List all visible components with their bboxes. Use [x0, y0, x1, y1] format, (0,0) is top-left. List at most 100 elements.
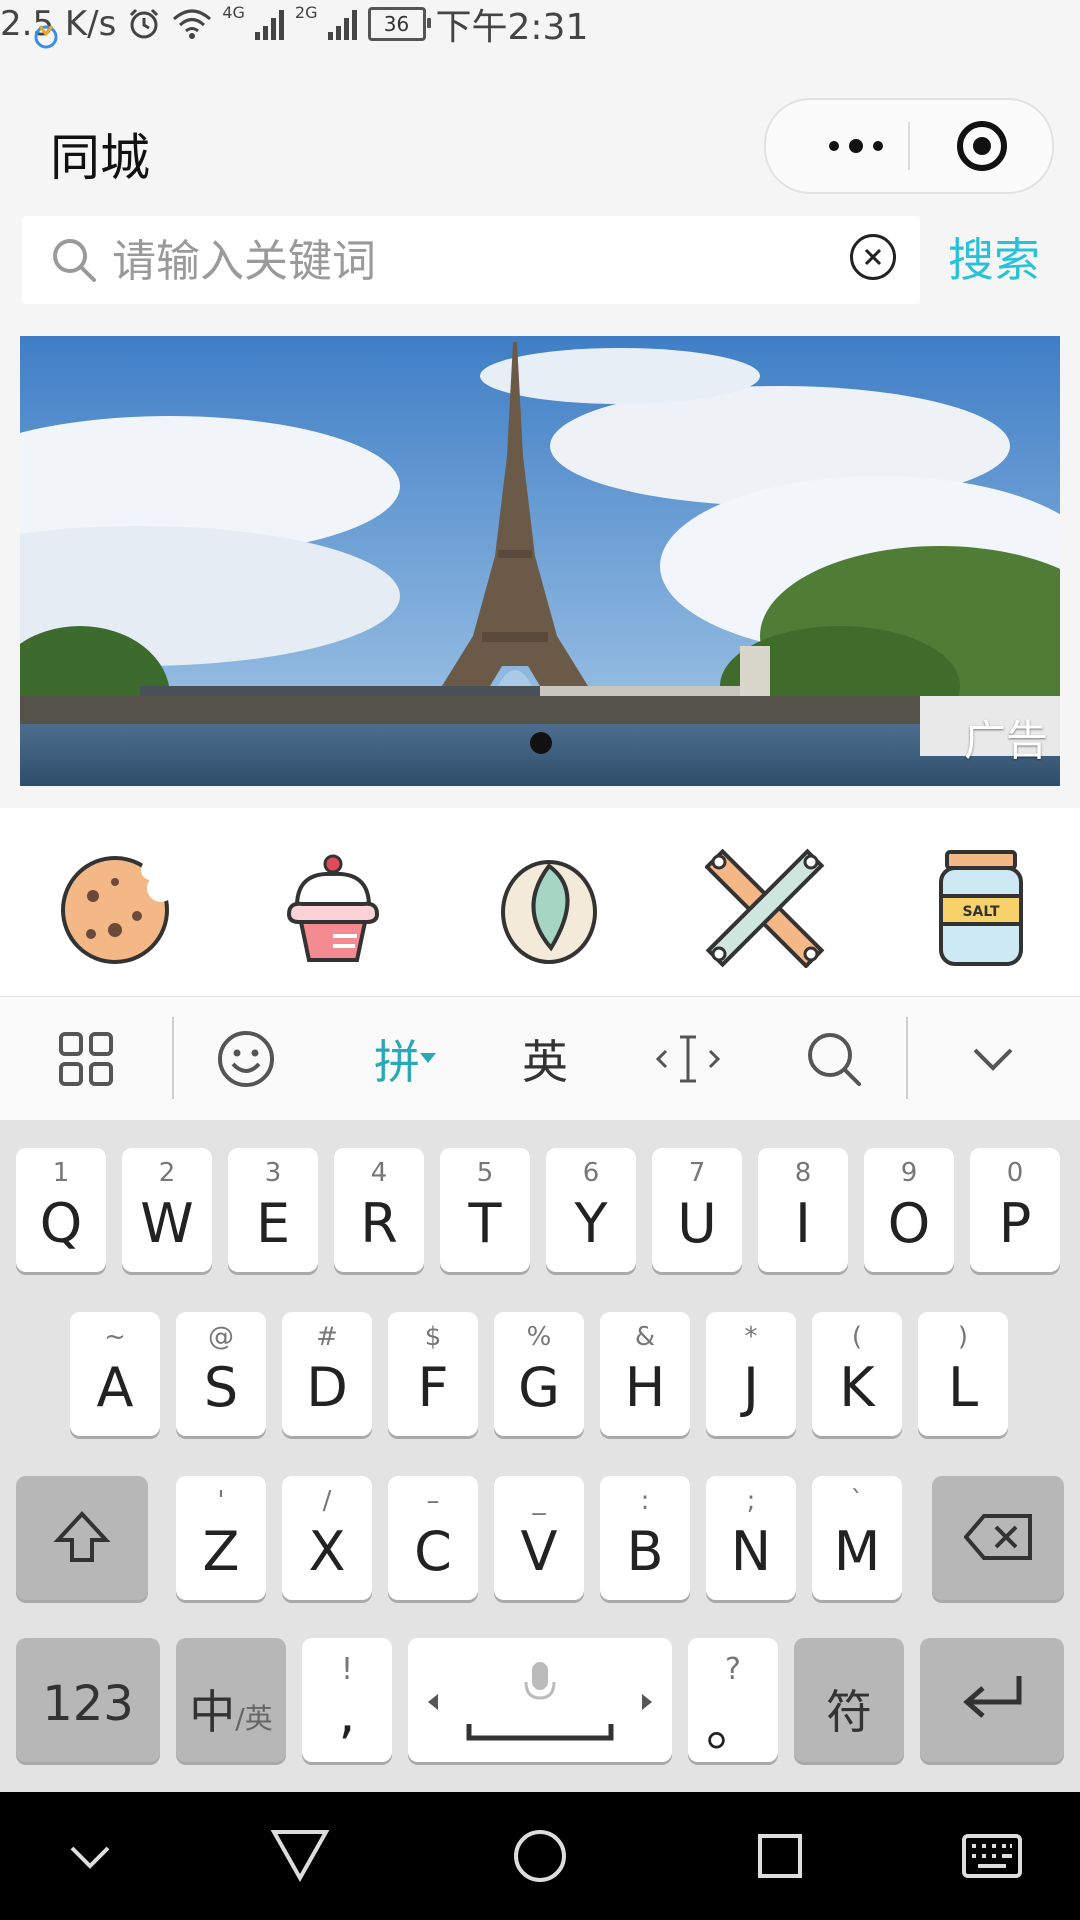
- key-p[interactable]: 0P: [970, 1148, 1060, 1272]
- key-d[interactable]: # D: [282, 1312, 372, 1436]
- alarm-icon: [130, 8, 159, 39]
- backspace-key[interactable]: [932, 1476, 1064, 1600]
- emoji-icon[interactable]: [216, 1027, 276, 1091]
- search-box: [22, 216, 920, 304]
- key-c[interactable]: – C: [388, 1476, 478, 1600]
- back-icon[interactable]: [270, 1828, 330, 1882]
- eiffel-tower-photo: [20, 336, 1060, 786]
- key-w[interactable]: 2W: [122, 1148, 212, 1272]
- more-button[interactable]: [806, 124, 906, 168]
- home-icon[interactable]: [512, 1828, 568, 1884]
- english-mode-button[interactable]: 英: [510, 1027, 580, 1091]
- key-b[interactable]: :B: [600, 1476, 690, 1600]
- ad-banner[interactable]: 广告: [20, 336, 1060, 786]
- category-item[interactable]: 看: [250, 848, 400, 996]
- salt-jar-icon: SALT: [938, 850, 1023, 966]
- key-o[interactable]: 9O: [864, 1148, 954, 1272]
- key-label: S: [203, 1356, 239, 1419]
- clock: 下午2:31: [435, 7, 589, 48]
- key-label: O: [887, 1192, 931, 1255]
- space-key[interactable]: [408, 1638, 672, 1762]
- key-n[interactable]: ; N: [706, 1476, 796, 1600]
- number-mode-key[interactable]: 123: [16, 1638, 160, 1762]
- key-r[interactable]: 4R: [334, 1148, 424, 1272]
- enter-key[interactable]: [920, 1638, 1064, 1762]
- key-x[interactable]: / X: [282, 1476, 372, 1600]
- key-hint: 1: [52, 1158, 70, 1188]
- category-item[interactable]: 教: [682, 848, 832, 996]
- key-label: K: [839, 1356, 875, 1419]
- key-hint: *: [744, 1322, 758, 1352]
- wifi-icon: [173, 9, 212, 39]
- period-key[interactable]: ? 。: [688, 1638, 778, 1762]
- symbol-key[interactable]: 符: [794, 1638, 904, 1762]
- key-label: M: [833, 1520, 881, 1583]
- dropdown-icon: [420, 1053, 436, 1063]
- key-label: 符: [826, 1685, 872, 1739]
- key-label: N: [730, 1520, 772, 1583]
- key-a[interactable]: ~ A: [70, 1312, 160, 1436]
- clear-input-icon[interactable]: [850, 234, 896, 280]
- key-hint: 2: [158, 1158, 176, 1188]
- key-q[interactable]: 1Q: [16, 1148, 106, 1272]
- key-label: Q: [39, 1192, 83, 1255]
- key-hint: –: [426, 1486, 440, 1516]
- key-label: T: [468, 1192, 502, 1255]
- key-e[interactable]: 3E: [228, 1148, 318, 1272]
- key-g[interactable]: % G: [494, 1312, 584, 1436]
- key-hint: 6: [582, 1158, 600, 1188]
- battery-level: 36: [383, 12, 410, 36]
- key-hint: /: [322, 1486, 332, 1516]
- key-hint: :: [640, 1486, 650, 1516]
- cursor-left-icon: [428, 1694, 438, 1710]
- key-hint: 7: [688, 1158, 706, 1188]
- cursor-move-icon[interactable]: [656, 1027, 720, 1091]
- signal-2-label: 2G: [294, 2, 318, 22]
- key-hint: 4: [370, 1158, 388, 1188]
- hide-keyboard-nav-icon[interactable]: [68, 1842, 112, 1872]
- key-f[interactable]: $ F: [388, 1312, 478, 1436]
- language-switch-key[interactable]: 中/英: [176, 1638, 286, 1762]
- close-program-icon[interactable]: [956, 120, 1008, 172]
- key-hint: $: [424, 1322, 442, 1352]
- key-t[interactable]: 5T: [440, 1148, 530, 1272]
- key-k[interactable]: (K: [812, 1312, 902, 1436]
- key-s[interactable]: @ S: [176, 1312, 266, 1436]
- lang-key-label: 中: [189, 1685, 236, 1739]
- key-z[interactable]: ' Z: [176, 1476, 266, 1600]
- search-icon[interactable]: [804, 1027, 864, 1091]
- more-dot-icon: [873, 141, 883, 151]
- shift-key[interactable]: [16, 1476, 148, 1600]
- key-y[interactable]: 6Y: [546, 1148, 636, 1272]
- key-hint: ): [957, 1322, 969, 1352]
- pinyin-mode-button[interactable]: 拼: [360, 1027, 450, 1091]
- pinyin-label: 拼: [374, 1035, 420, 1089]
- hide-keyboard-icon[interactable]: [968, 1027, 1018, 1091]
- key-j[interactable]: * J: [706, 1312, 796, 1436]
- cookie-icon: [60, 856, 175, 964]
- key-i[interactable]: 8I: [758, 1148, 848, 1272]
- key-label: L: [947, 1356, 979, 1419]
- grid-menu-icon[interactable]: [56, 1027, 116, 1091]
- category-item[interactable]: 庄: [466, 848, 616, 996]
- key-l[interactable]: ) L: [918, 1312, 1008, 1436]
- comma-key[interactable]: ! ,: [302, 1638, 392, 1762]
- search-input[interactable]: [110, 230, 814, 292]
- enter-icon: [963, 1676, 1022, 1718]
- key-label: U: [677, 1192, 717, 1255]
- category-item[interactable]: SALT 装: [898, 848, 1048, 996]
- key-m[interactable]: ` M: [812, 1476, 902, 1600]
- key-hint: _: [532, 1486, 546, 1516]
- toolbar-divider: [906, 1017, 908, 1099]
- key-hint: ': [217, 1486, 225, 1516]
- key-v[interactable]: _ V: [494, 1476, 584, 1600]
- ad-label: 广告: [963, 716, 1048, 765]
- key-h[interactable]: & H: [600, 1312, 690, 1436]
- key-label: G: [518, 1356, 560, 1419]
- lang-key-sub: /英: [235, 1702, 273, 1735]
- key-u[interactable]: 7U: [652, 1148, 742, 1272]
- keyboard-switch-icon[interactable]: [962, 1834, 1022, 1878]
- category-item[interactable]: 饭: [34, 848, 184, 996]
- recent-apps-icon[interactable]: [756, 1832, 804, 1880]
- search-button[interactable]: 搜索: [948, 224, 1040, 290]
